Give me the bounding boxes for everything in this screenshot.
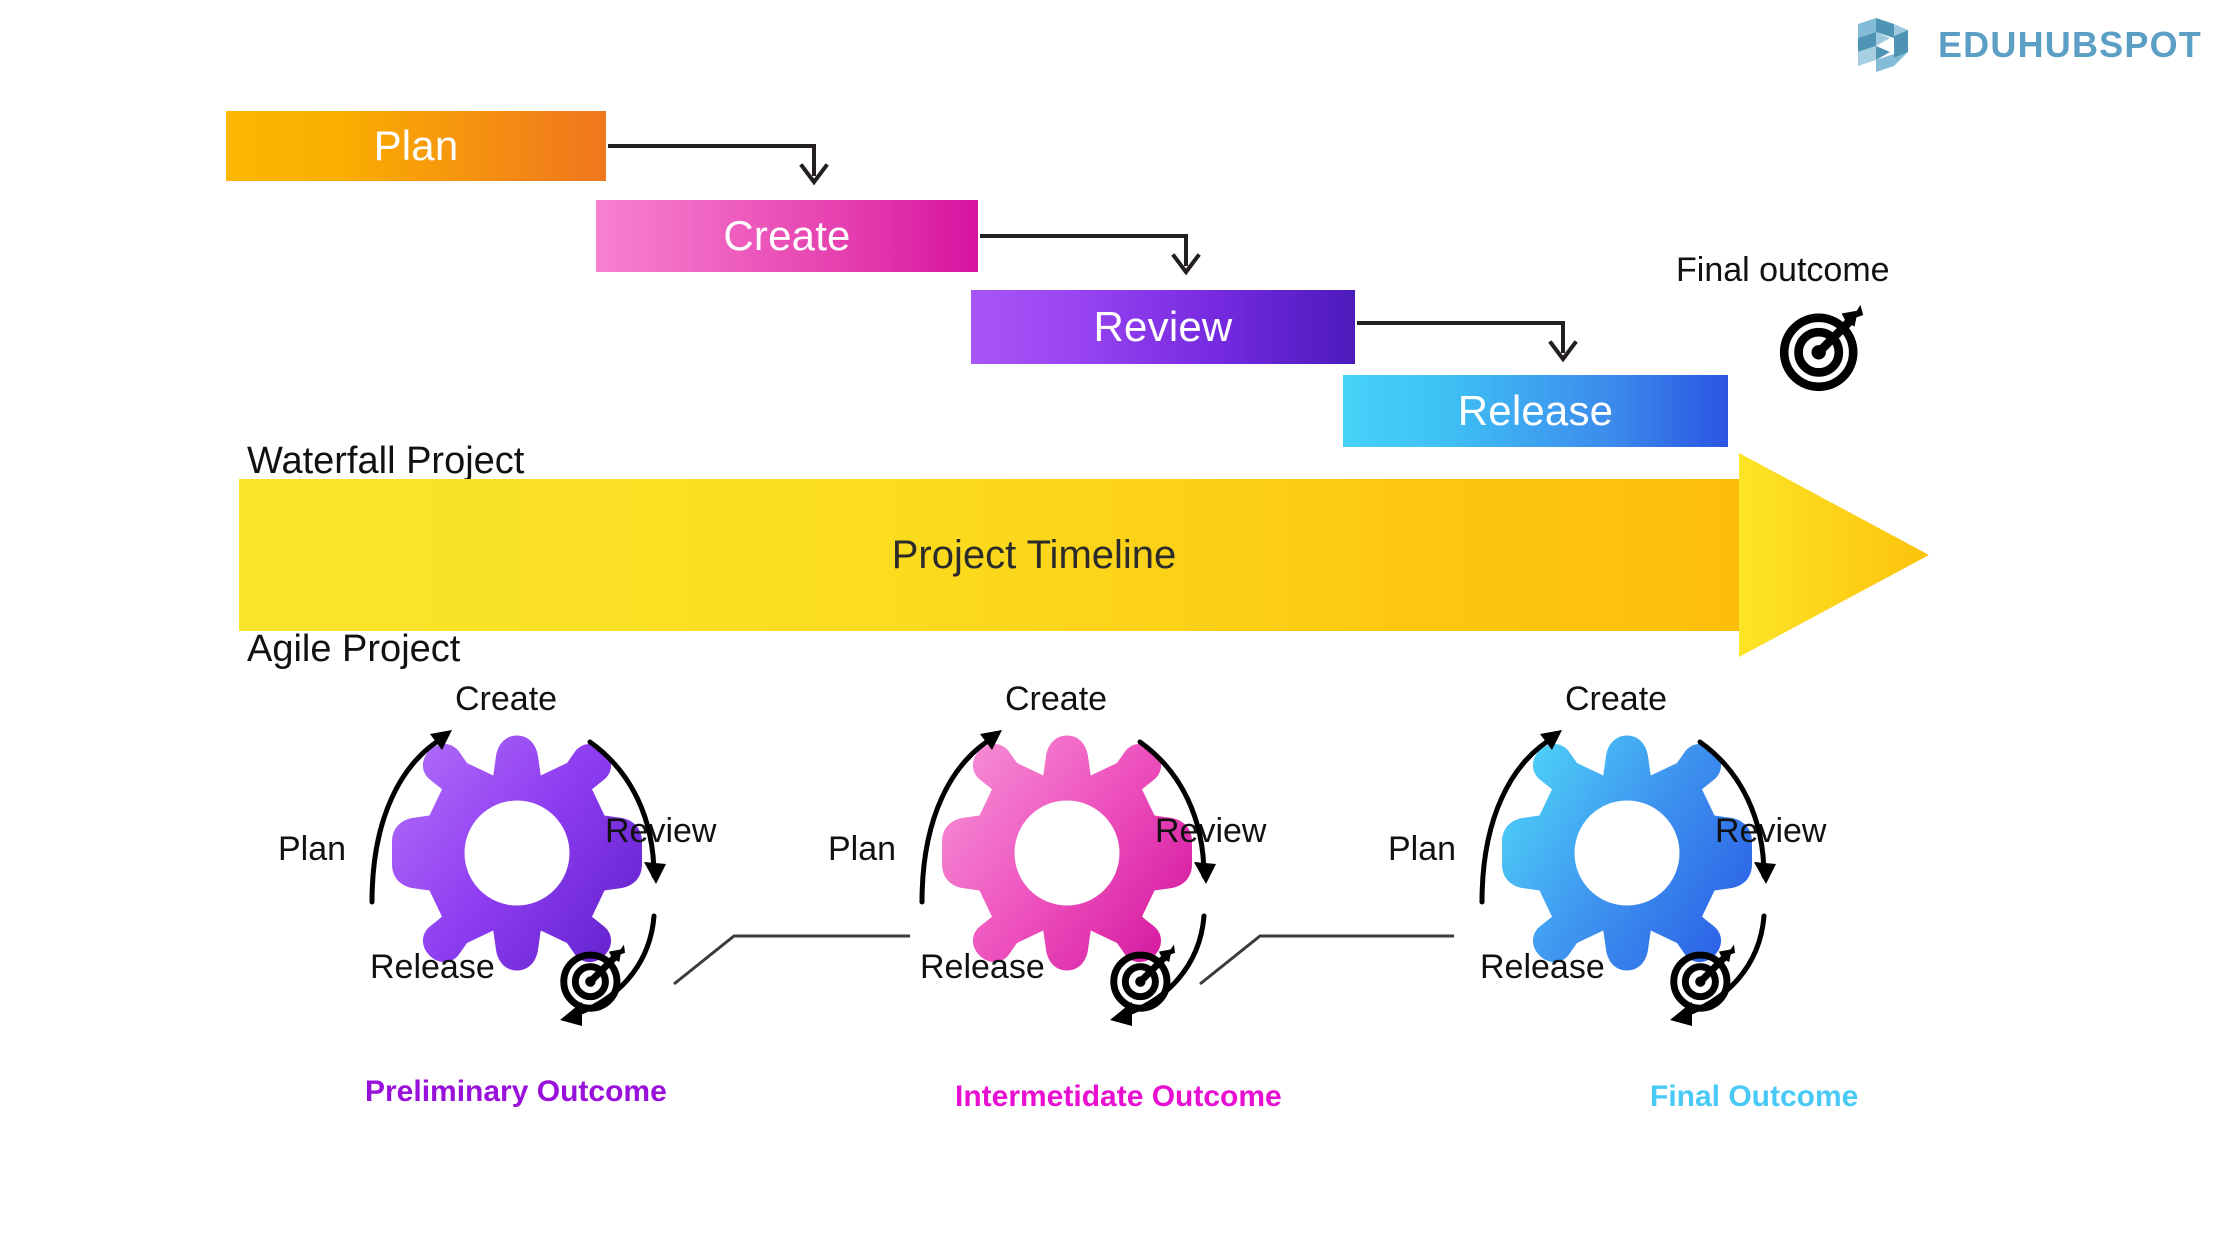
cycle-step-create: Create	[455, 680, 558, 718]
target-dart-icon	[560, 944, 626, 1012]
cycle-step-create: Create	[1565, 680, 1668, 718]
target-dart-icon	[1779, 304, 1864, 392]
brand-logo: EDUHUBSPOT	[1846, 14, 2202, 76]
phase-bar-plan-label: Plan	[373, 122, 459, 169]
phase-bar-release: Release	[1343, 375, 1728, 447]
outcome-label-intermediate: Intermetidate Outcome	[955, 1080, 1282, 1113]
cycle-step-release: Release	[370, 948, 495, 986]
cycle-step-plan: Plan	[278, 830, 347, 868]
connector-review-to-release	[1357, 321, 1578, 363]
target-dart-icon	[1670, 944, 1736, 1012]
section-title-waterfall: Waterfall Project	[247, 440, 525, 482]
cycle-step-review: Review	[1715, 812, 1827, 850]
cycle-step-review: Review	[605, 812, 717, 850]
brand-name: EDUHUBSPOT	[1937, 24, 2202, 65]
cycle-step-create: Create	[1005, 680, 1108, 718]
right-arrow-banner-icon	[239, 453, 1929, 657]
outcome-label-final: Final Outcome	[1650, 1080, 1859, 1113]
phase-bar-review-label: Review	[1093, 303, 1233, 350]
connector-cycle2-to-cycle3	[1199, 934, 1454, 986]
phase-bar-create-label: Create	[723, 212, 851, 259]
hexagon-logo-icon	[1857, 18, 1908, 72]
cycle-step-release: Release	[920, 948, 1045, 986]
connector-plan-to-create	[608, 144, 829, 186]
cycle-step-release: Release	[1480, 948, 1605, 986]
phase-bar-plan: Plan	[226, 111, 606, 181]
phase-bar-create: Create	[596, 200, 978, 272]
section-title-agile: Agile Project	[247, 628, 461, 670]
phase-bar-release-label: Release	[1457, 387, 1614, 434]
outcome-label-preliminary: Preliminary Outcome	[365, 1075, 667, 1108]
connector-cycle1-to-cycle2	[673, 934, 910, 986]
target-dart-icon	[1110, 944, 1176, 1012]
project-timeline-banner: Project Timeline	[239, 453, 1929, 657]
cycle-step-plan: Plan	[1388, 830, 1457, 868]
diagram-canvas: EDUHUBSPOT Plan Create Review Release Fi…	[0, 0, 2240, 1260]
connector-create-to-review	[980, 234, 1201, 276]
phase-bar-review: Review	[971, 290, 1355, 364]
final-outcome-label: Final outcome	[1676, 251, 1890, 289]
cycle-step-review: Review	[1155, 812, 1267, 850]
cycle-step-plan: Plan	[828, 830, 897, 868]
